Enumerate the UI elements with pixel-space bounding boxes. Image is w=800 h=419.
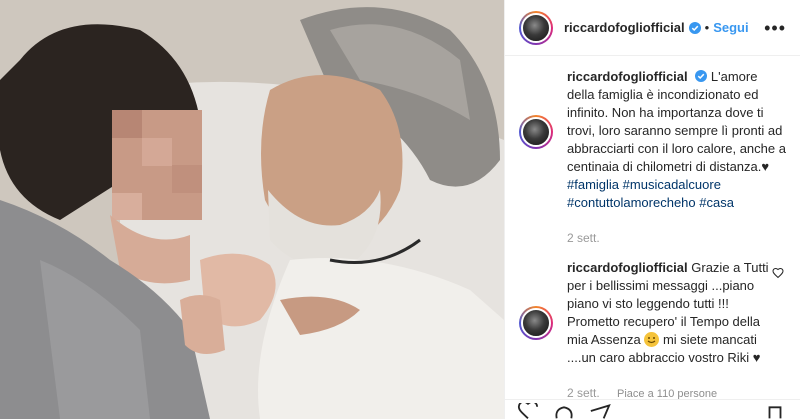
post-header: riccardofogliofficial • Segui ••• xyxy=(505,0,800,56)
share-icon[interactable] xyxy=(589,403,611,419)
smiley-emoji-icon xyxy=(644,332,660,347)
comment-icon[interactable] xyxy=(553,403,575,419)
post-photo[interactable] xyxy=(0,0,504,419)
heart-icon[interactable] xyxy=(517,403,539,419)
caption-comment: riccardofogliofficial L'amore della fami… xyxy=(519,68,786,247)
bookmark-icon[interactable] xyxy=(764,403,786,419)
author-username[interactable]: riccardofogliofficial xyxy=(564,20,685,35)
caption-meta: 2 sett. xyxy=(567,229,786,247)
hashtag-link[interactable]: #casa xyxy=(699,195,734,210)
reply-body: riccardofogliofficial Grazie a Tutti per… xyxy=(567,259,786,403)
reply-text-block: riccardofogliofficial Grazie a Tutti per… xyxy=(567,259,770,367)
hashtag-link[interactable]: #contuttolamorecheho xyxy=(567,195,696,210)
follow-button[interactable]: Segui xyxy=(713,20,748,35)
more-options-icon[interactable]: ••• xyxy=(764,19,786,37)
caption-text: L'amore della famiglia è incondizionato … xyxy=(567,69,786,174)
verified-badge-icon xyxy=(695,70,708,82)
post-sidebar: riccardofogliofficial • Segui ••• riccar… xyxy=(504,0,800,419)
caption-text-block: riccardofogliofficial L'amore della fami… xyxy=(567,68,786,212)
caption-username[interactable]: riccardofogliofficial xyxy=(567,69,688,84)
avatar-image xyxy=(521,12,551,43)
author-avatar[interactable] xyxy=(519,10,553,45)
header-separator: • xyxy=(704,20,710,35)
comments-section: riccardofogliofficial L'amore della fami… xyxy=(505,56,800,403)
hashtag-link[interactable]: #famiglia xyxy=(567,177,619,192)
heart-icon[interactable] xyxy=(772,267,784,279)
reply-avatar[interactable] xyxy=(519,306,553,340)
photo-illustration xyxy=(0,0,504,419)
caption-time[interactable]: 2 sett. xyxy=(567,231,600,245)
avatar-image xyxy=(521,117,551,147)
post-action-bar xyxy=(505,399,800,419)
avatar-image xyxy=(521,308,551,338)
hashtag-link[interactable]: #musicadalcuore xyxy=(623,177,721,192)
reply-username[interactable]: riccardofogliofficial xyxy=(567,260,688,275)
verified-badge-icon xyxy=(688,21,701,34)
caption-avatar[interactable] xyxy=(519,115,553,149)
reply-comment: riccardofogliofficial Grazie a Tutti per… xyxy=(519,259,786,403)
reply-time[interactable]: 2 sett. xyxy=(567,386,600,400)
caption-body: riccardofogliofficial L'amore della fami… xyxy=(567,68,786,247)
